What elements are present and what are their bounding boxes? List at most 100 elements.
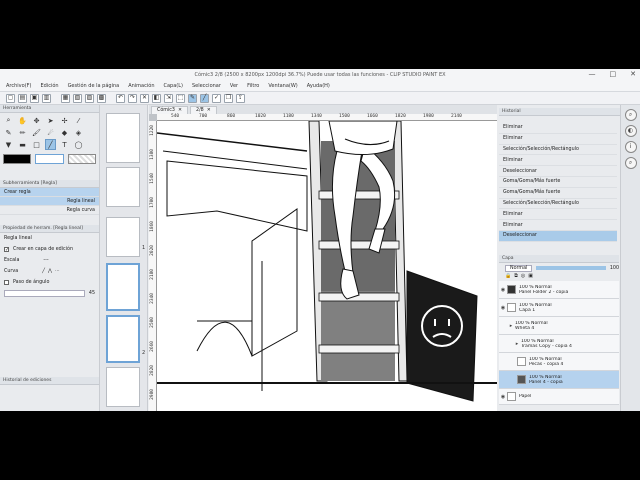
page3-icon[interactable]: ▨ [85, 93, 94, 103]
page-thumbnail[interactable] [106, 263, 140, 311]
doc-tab-comic3[interactable]: Cómic3 ✕ [151, 106, 189, 114]
history-item[interactable]: Eliminar [499, 155, 617, 167]
move-icon[interactable]: ✥ [31, 115, 42, 126]
subtool-regla-curva[interactable]: Regla curva [0, 206, 99, 215]
history-item[interactable]: Selección/Selección/Rectángulo [499, 145, 617, 156]
hand-icon[interactable]: ✋ [17, 115, 28, 126]
menu-seleccionar[interactable]: Seleccionar [192, 83, 221, 89]
angle-step-checkbox[interactable] [4, 280, 9, 285]
layer-item[interactable]: 100 % Normal Pecas - copia 4 [499, 353, 619, 371]
layer-icon[interactable]: ❐ [224, 93, 233, 103]
eye-icon[interactable]: ◉ [499, 305, 507, 311]
history-item[interactable]: Deseleccionar [499, 230, 617, 242]
page4-icon[interactable]: ▩ [97, 93, 106, 103]
blend-tool-icon[interactable]: ◈ [73, 127, 84, 138]
menu-edicion[interactable]: Edición [40, 83, 58, 89]
pen-icon[interactable]: ✎ [188, 93, 197, 103]
history-item[interactable]: Eliminar [499, 209, 617, 221]
maximize-button[interactable]: □ [610, 70, 617, 78]
menu-capa[interactable]: Capa(L) [163, 83, 182, 89]
create-on-layer-checkbox[interactable]: ✓ [4, 247, 9, 253]
page-thumbnail[interactable] [106, 113, 140, 163]
history-mini-tab[interactable]: Historial de ediciones [0, 377, 99, 385]
transparent-color-swatch[interactable] [67, 154, 96, 164]
open-icon[interactable]: ▤ [18, 93, 27, 103]
new-icon[interactable]: ▢ [6, 93, 15, 103]
close-button[interactable]: ✕ [630, 70, 636, 78]
menu-filtro[interactable]: Filtro [247, 83, 259, 89]
layer-item[interactable]: ▸ 100 % Normal Wheta 4 [499, 317, 619, 335]
minimize-button[interactable]: — [589, 70, 596, 78]
page-thumbnail[interactable] [106, 315, 140, 363]
create-on-layer-row[interactable]: ✓ Crear en capa de edición [0, 244, 99, 255]
layer-item[interactable]: ▸ 100 % Normal Tramas Copy - copia 4 [499, 335, 619, 353]
lock-icon[interactable]: 🔒 [505, 273, 511, 280]
menu-archivo[interactable]: Archivo(F) [6, 83, 31, 89]
layer-move-icon[interactable]: ✢ [59, 115, 70, 126]
ruler-tool-icon[interactable]: ╱ [45, 139, 56, 150]
opacity-value[interactable]: 100 [610, 266, 619, 271]
pen-tool-icon[interactable]: ✎ [3, 127, 14, 138]
fill-tool-icon[interactable]: ▼ [3, 139, 14, 150]
folder-icon[interactable]: ▸ [507, 323, 515, 329]
layer-item[interactable]: ◉ 100 % Normal Panel Folder 2 - copia [499, 281, 619, 299]
page2-icon[interactable]: ▧ [73, 93, 82, 103]
line-icon[interactable]: ╱ [200, 93, 209, 103]
history-item[interactable]: Eliminar [499, 123, 617, 134]
operation-icon[interactable]: ➤ [45, 115, 56, 126]
menu-animacion[interactable]: Animación [128, 83, 154, 89]
airbrush-tool-icon[interactable]: ☄ [45, 127, 56, 138]
subtool-crear-regla[interactable]: Crear regla [0, 188, 99, 197]
page-thumbnail[interactable] [106, 367, 140, 407]
main-color-swatch[interactable] [3, 154, 32, 164]
angle-value[interactable]: 45 [89, 291, 95, 296]
figure-tool-icon[interactable]: □ [31, 139, 42, 150]
history-item[interactable]: Goma/Goma/Más fuerte [499, 188, 617, 199]
layer-item[interactable]: ◉ 100 % Normal Capa 1 [499, 299, 619, 317]
canvas-page[interactable] [157, 121, 497, 411]
opacity-slider[interactable] [536, 266, 606, 270]
folder-icon[interactable]: ▥ [42, 93, 51, 103]
angle-slider[interactable] [4, 290, 85, 297]
search-icon[interactable]: ⌕ [624, 157, 637, 169]
clip-icon[interactable]: ⧉ [514, 273, 518, 280]
subview-icon[interactable]: ◐ [624, 125, 637, 137]
folder-icon[interactable]: ▸ [513, 341, 521, 347]
redo-icon[interactable]: ↷ [128, 93, 137, 103]
eye-icon[interactable]: ◉ [499, 394, 507, 400]
fill-icon[interactable]: ◧ [152, 93, 161, 103]
reference-icon[interactable]: ◎ [521, 273, 525, 280]
layer-item[interactable]: 100 % Normal Panel 4 - copia [499, 371, 619, 389]
history-item[interactable]: Selección/Selección/Rectángulo [499, 199, 617, 210]
export-icon[interactable]: ⇪ [236, 93, 245, 103]
info-icon[interactable]: i [624, 141, 637, 153]
menu-ayuda[interactable]: Ayuda(H) [307, 83, 330, 89]
blend-mode-select[interactable]: Normal [505, 264, 533, 272]
pencil-tool-icon[interactable]: ✏ [17, 127, 28, 138]
transform-icon[interactable]: ⇲ [164, 93, 173, 103]
menu-ventana[interactable]: Ventana(W) [268, 83, 297, 89]
menu-ver[interactable]: Ver [230, 83, 238, 89]
curve-options[interactable]: ╱⋀⋯ [42, 269, 63, 274]
menu-gestion-pagina[interactable]: Gestión de la página [68, 83, 120, 89]
undo-icon[interactable]: ↶ [116, 93, 125, 103]
brush-tool-icon[interactable]: 🖌 [31, 127, 42, 138]
history-item[interactable]: Eliminar [499, 134, 617, 145]
gradient-tool-icon[interactable]: ▬ [17, 139, 28, 150]
subtool-regla-lineal[interactable]: Regla lineal [0, 197, 99, 206]
history-item[interactable]: Goma/Goma/Más fuerte [499, 177, 617, 188]
eye-icon[interactable]: ◉ [499, 287, 507, 293]
doc-tab-page[interactable]: 2/8 ✕ [190, 106, 217, 114]
history-item[interactable]: Deseleccionar [499, 166, 617, 177]
page-thumbnail[interactable] [106, 167, 140, 207]
page-thumbnail[interactable] [106, 217, 140, 257]
text-tool-icon[interactable]: T [59, 139, 70, 150]
sub-color-swatch[interactable] [35, 154, 64, 164]
page-icon[interactable]: ▦ [61, 93, 70, 103]
snap-value[interactable]: --- [43, 258, 48, 263]
eyedropper-icon[interactable]: ⁄ [73, 115, 84, 126]
check-icon[interactable]: ✓ [212, 93, 221, 103]
history-item[interactable]: Eliminar [499, 220, 617, 231]
selection-icon[interactable]: ⬚ [176, 93, 185, 103]
zoom-icon[interactable]: ⌕ [3, 115, 14, 126]
